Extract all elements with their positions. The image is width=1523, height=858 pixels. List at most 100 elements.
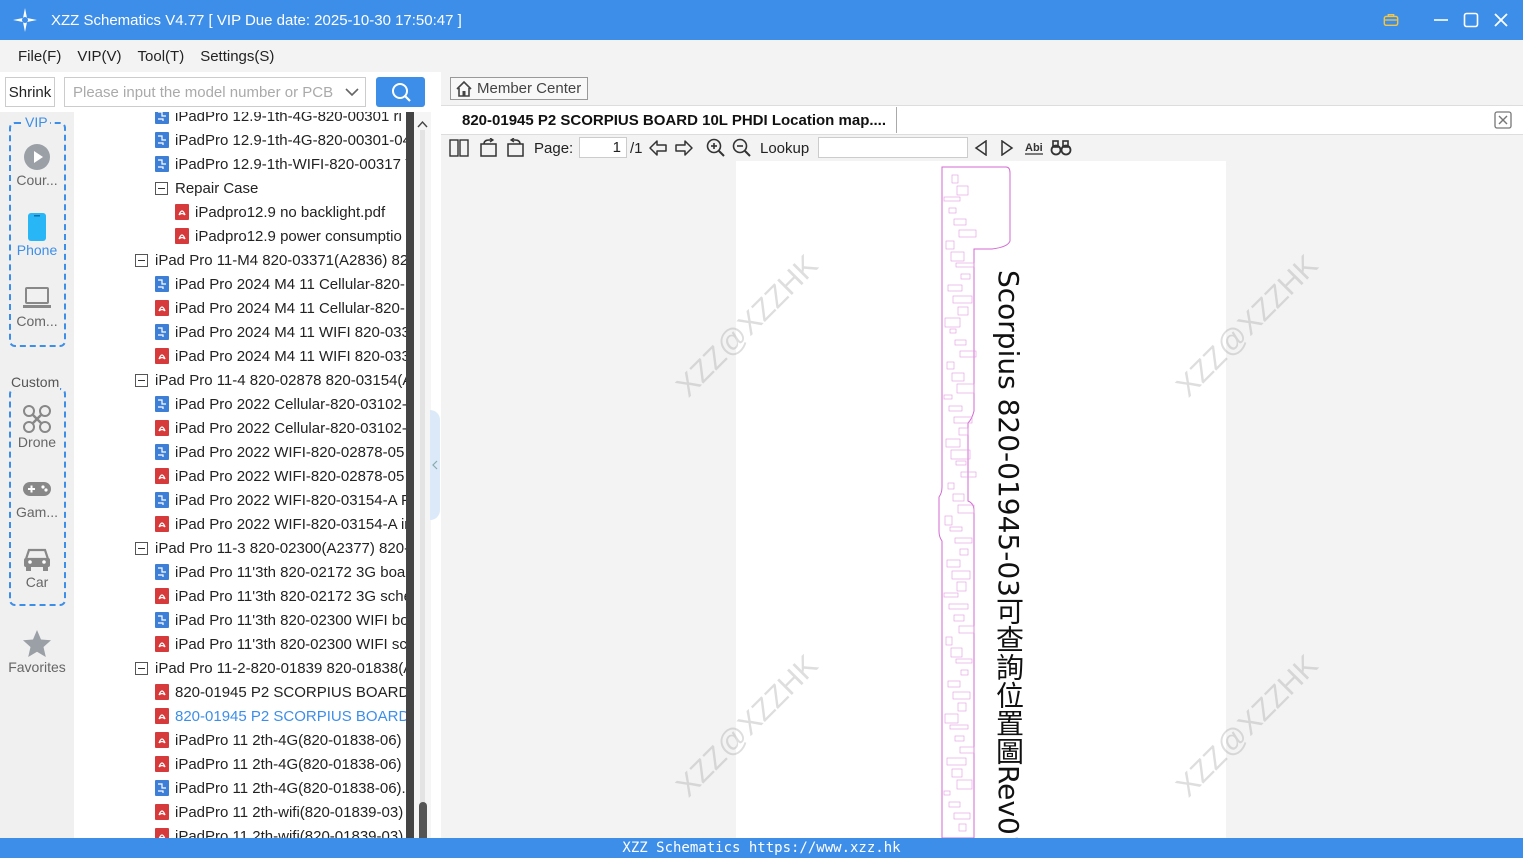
tree-item-label: iPadpro12.9 no backlight.pdf — [195, 203, 386, 221]
member-center-button[interactable]: Member Center — [450, 77, 588, 100]
search-button[interactable] — [376, 77, 425, 107]
tree-item[interactable]: iPadPro 11 2th-4G(820-01838-06).p — [155, 776, 406, 800]
close-icon[interactable] — [1493, 12, 1509, 28]
rotate-right-icon[interactable] — [505, 137, 525, 159]
shrink-button[interactable]: Shrink — [5, 77, 55, 107]
category-game[interactable]: Gam... — [4, 474, 70, 520]
collapse-panel-handle[interactable] — [430, 410, 440, 520]
tree-item-label: 820-01945 P2 SCORPIUS BOARD 10 — [175, 707, 406, 725]
tree-item[interactable]: iPad Pro 2024 M4 11 Cellular-820- — [155, 296, 405, 320]
tree-item[interactable]: iPad Pro 11'3th 820-02300 WIFI bo — [155, 608, 406, 632]
tree-item-label: iPadpro12.9 power consumptio — [195, 227, 402, 245]
tree-item[interactable]: iPad Pro 2024 M4 11 WIFI 820-033 — [155, 344, 406, 368]
zoom-out-icon[interactable] — [732, 137, 752, 159]
menu-settings[interactable]: Settings(S) — [200, 48, 274, 65]
tree-item[interactable]: iPad Pro 2024 M4 11 Cellular-820- — [155, 272, 405, 296]
schematic-file-icon — [155, 780, 169, 796]
collapse-toggle-icon[interactable] — [135, 253, 148, 267]
tree-item-label: iPadPro 11 2th-wifi(820-01839-03) — [175, 827, 404, 839]
tree-item-label: iPad Pro 2022 Cellular-820-03102- — [175, 419, 406, 437]
schematic-file-icon — [155, 324, 169, 340]
tree-item[interactable]: iPad Pro 2022 WIFI-820-03154-A ir — [155, 512, 406, 536]
tree-item-label: iPadPro 11 2th-4G(820-01838-06) I — [175, 731, 406, 749]
find-all-icon[interactable] — [1050, 137, 1072, 159]
tree-item[interactable]: iPad Pro 11'3th 820-02172 3G sche — [155, 584, 406, 608]
tree-item-label: iPad Pro 11-3 820-02300(A2377) 820- — [155, 539, 406, 557]
pdf-file-icon — [155, 588, 169, 604]
tree-item[interactable]: iPadPro 11 2th-4G(820-01838-06) S — [155, 752, 406, 776]
collapse-toggle-icon[interactable] — [135, 541, 148, 555]
two-page-icon[interactable] — [449, 137, 469, 159]
page-number-input[interactable]: 1 — [579, 137, 627, 158]
tree-item[interactable]: iPad Pro 2022 WIFI-820-02878-05 I — [155, 440, 406, 464]
minimize-icon[interactable] — [1433, 12, 1449, 28]
schematic-file-icon — [155, 612, 169, 628]
tree-item[interactable]: iPadPro 11 2th-wifi(820-01839-03) — [155, 824, 403, 838]
rotate-left-icon[interactable] — [479, 137, 499, 159]
tree-item[interactable]: iPad Pro 2024 M4 11 WIFI 820-033 — [155, 320, 406, 344]
tree-scrollbar[interactable] — [414, 112, 431, 850]
tree-item[interactable]: iPadPro 12.9-1th-WIFI-820-00317 Y — [155, 152, 406, 176]
lookup-input[interactable] — [818, 137, 968, 158]
tab-document[interactable]: 820-01945 P2 SCORPIUS BOARD 10L PHDI Loc… — [452, 107, 898, 133]
tree-item[interactable]: iPad Pro 2022 Cellular-820-03102- — [155, 416, 406, 440]
close-tab-icon[interactable] — [1494, 111, 1512, 132]
tree-item[interactable]: 820-01945 P2 SCORPIUS BOARD 10 — [155, 704, 406, 728]
scroll-up-icon[interactable] — [417, 115, 428, 131]
schematic-file-icon — [155, 132, 169, 148]
tree-item[interactable]: iPad Pro 11'3th 820-02300 WIFI sch — [155, 632, 406, 656]
collapse-toggle-icon[interactable] — [135, 373, 148, 387]
category-label: Car — [25, 574, 49, 590]
category-computer[interactable]: Com... — [4, 283, 70, 329]
tree-item-label: iPad Pro 11'3th 820-02300 WIFI sch — [175, 635, 406, 653]
tree-item-label: iPad Pro 2022 WIFI-820-02878-05 i — [175, 467, 406, 485]
tree-item-label: iPad Pro 2022 WIFI-820-03154-A ir — [175, 515, 406, 533]
tree-item[interactable]: iPadPro 11 2th-4G(820-01838-06) I — [155, 728, 406, 752]
category-car[interactable]: Car — [4, 544, 70, 590]
tree-item[interactable]: 820-01945 P2 SCORPIUS BOARD 10 — [155, 680, 406, 704]
find-prev-icon[interactable] — [974, 137, 988, 159]
pdf-file-icon — [155, 756, 169, 772]
tree-item[interactable]: iPadPro 12.9-1th-4G-820-00301-04 — [155, 128, 406, 152]
chevron-down-icon[interactable] — [339, 87, 365, 97]
match-case-icon[interactable]: Abi — [1024, 137, 1044, 159]
tree-folder[interactable]: iPad Pro 11-2-820-01839 820-01838(A — [135, 656, 406, 680]
collapse-toggle-icon[interactable] — [135, 661, 148, 675]
category-favorites[interactable]: Favorites — [4, 629, 70, 675]
tree-item[interactable]: iPadpro12.9 power consumptio — [175, 224, 402, 248]
category-phone[interactable]: Phone — [4, 212, 70, 258]
tree-item[interactable]: iPadpro12.9 no backlight.pdf — [175, 200, 385, 224]
tree-item[interactable]: iPad Pro 2022 WIFI-820-02878-05 i — [155, 464, 406, 488]
menu-vip[interactable]: VIP(V) — [77, 48, 121, 65]
tree-item[interactable]: iPad Pro 2022 WIFI-820-03154-A P — [155, 488, 406, 512]
tree-item[interactable]: iPad Pro 11'3th 820-02172 3G boar — [155, 560, 406, 584]
phone-icon — [27, 212, 47, 242]
pdf-file-icon — [155, 828, 169, 838]
category-drone[interactable]: Drone — [4, 404, 70, 450]
tree-item-label: 820-01945 P2 SCORPIUS BOARD 10 — [175, 683, 406, 701]
tree-folder[interactable]: iPad Pro 11-4 820-02878 820-03154(A — [135, 368, 406, 392]
maximize-icon[interactable] — [1463, 12, 1479, 28]
tree-item[interactable]: iPadPro 11 2th-wifi(820-01839-03) — [155, 800, 403, 824]
scroll-track[interactable] — [420, 130, 425, 830]
category-courses[interactable]: Cour... — [4, 142, 70, 188]
custom-group-label: Custom — [10, 374, 61, 390]
tree-folder[interactable]: Repair Case — [155, 176, 258, 200]
tree-item[interactable]: iPadPro 12.9-1th-4G-820-00301 ri — [155, 112, 402, 128]
schematic-file-icon — [155, 396, 169, 412]
find-next-icon[interactable] — [1000, 137, 1014, 159]
tree-folder[interactable]: iPad Pro 11-3 820-02300(A2377) 820- — [135, 536, 406, 560]
search-input[interactable] — [65, 79, 339, 105]
zoom-in-icon[interactable] — [706, 137, 726, 159]
vip-bag-icon[interactable] — [1383, 12, 1399, 28]
tree-folder[interactable]: iPad Pro 11-M4 820-03371(A2836) 82 — [135, 248, 406, 272]
schematic-file-icon — [155, 276, 169, 292]
tree-item[interactable]: iPad Pro 2022 Cellular-820-03102- — [155, 392, 406, 416]
pdf-file-icon — [155, 804, 169, 820]
menu-tool[interactable]: Tool(T) — [138, 48, 185, 65]
menu-file[interactable]: File(F) — [18, 48, 61, 65]
tree-item-label: iPadPro 12.9-1th-4G-820-00301-04 — [175, 131, 406, 149]
next-page-icon[interactable] — [674, 137, 694, 159]
prev-page-icon[interactable] — [648, 137, 668, 159]
collapse-toggle-icon[interactable] — [155, 181, 168, 195]
